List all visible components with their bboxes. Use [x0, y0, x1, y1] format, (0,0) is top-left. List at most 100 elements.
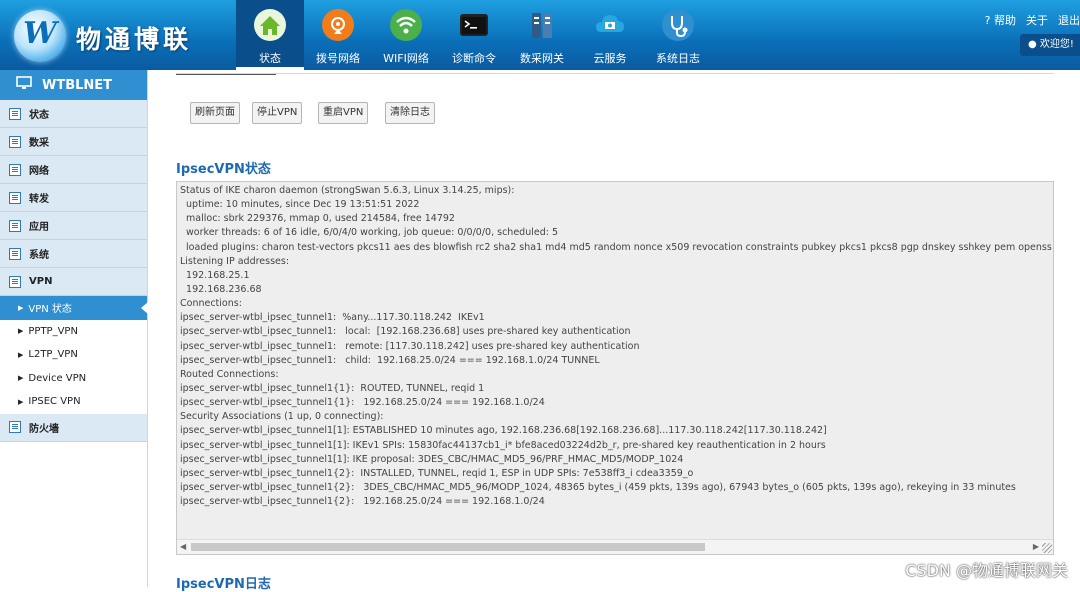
resize-handle-icon[interactable]: [1042, 543, 1052, 553]
sidebar: WTBLNET 状态 数采 网络 转发 应用 系统 VPN ▶ VPN 状态 ▶ P…: [0, 70, 148, 587]
status-output: Status of IKE charon daemon (strongSwan …: [180, 184, 1052, 509]
nav-dialup-label: 拨号网络: [316, 52, 360, 65]
sidebar-group-firewall[interactable]: 防火墙: [0, 413, 147, 442]
sidebar-item-ipsec-vpn[interactable]: ▶ IPSEC VPN: [0, 390, 147, 414]
list-icon: [9, 135, 21, 148]
main-nav: 状态 拨号网络 WIFI网络 诊断命令 数采网关 云服务 系统日志: [236, 0, 712, 70]
stethoscope-icon: [661, 8, 695, 42]
status-line: Status of IKE charon daemon (strongSwan …: [180, 185, 515, 196]
nav-wifi-label: WIFI网络: [383, 52, 429, 65]
status-line: ipsec_server-wtbl_ipsec_tunnel1: child: …: [180, 354, 600, 366]
status-line: uptime: 10 minutes, since Dec 19 13:51:5…: [180, 199, 420, 211]
status-line: Connections:: [180, 298, 242, 310]
triangle-right-icon: ▶: [18, 397, 24, 406]
triangle-right-icon: ▶: [18, 374, 24, 383]
scroll-right-icon[interactable]: ▶: [1033, 542, 1039, 551]
sidebar-group-system[interactable]: 系统: [0, 240, 147, 268]
status-line: ipsec_server-wtbl_ipsec_tunnel1[1]: IKE …: [180, 453, 684, 465]
nav-syslog[interactable]: 系统日志: [644, 0, 712, 70]
sidebar-item-pptp-vpn[interactable]: ▶ PPTP_VPN: [0, 319, 147, 343]
status-line: 192.168.236.68: [180, 283, 262, 295]
log-section-title: IpsecVPN日志: [176, 577, 271, 592]
clear-log-button[interactable]: 清除日志: [385, 102, 435, 124]
status-line: ipsec_server-wtbl_ipsec_tunnel1[1]: IKEv…: [180, 439, 826, 451]
nav-diagnostics[interactable]: 诊断命令: [440, 0, 508, 70]
top-header: W 物通博联 状态 拨号网络 WIFI网络 诊断命令 数采网关 云服务 系统日志…: [0, 0, 1080, 70]
status-line: ipsec_server-wtbl_ipsec_tunnel1{1}: ROUT…: [180, 382, 485, 394]
help-link[interactable]: ? 帮助: [985, 12, 1016, 28]
terminal-icon: [457, 8, 491, 42]
status-line: ipsec_server-wtbl_ipsec_tunnel1{2}: INST…: [180, 467, 694, 479]
sidebar-group-vpn[interactable]: VPN: [0, 268, 147, 296]
welcome-badge[interactable]: ● 欢迎您!: [1020, 34, 1080, 56]
nav-status[interactable]: 状态: [236, 0, 304, 70]
cloud-icon: [593, 8, 627, 42]
main-content: 刷新页面 停止VPN 重启VPN 清除日志 IpsecVPN状态 Status …: [148, 70, 1080, 592]
divider: [176, 73, 1054, 74]
list-icon: [9, 275, 21, 288]
nav-diagnostics-label: 诊断命令: [452, 52, 496, 65]
status-line: ipsec_server-wtbl_ipsec_tunnel1: local: …: [180, 326, 631, 338]
logout-link[interactable]: 退出: [1058, 12, 1080, 28]
logo[interactable]: W 物通博联: [8, 6, 230, 64]
status-line: ipsec_server-wtbl_ipsec_tunnel1{2}: 3DES…: [180, 481, 1016, 493]
nav-syslog-label: 系统日志: [656, 52, 700, 65]
nav-cloud-label: 云服务: [593, 52, 627, 65]
triangle-right-icon: ▶: [18, 303, 24, 312]
nav-status-label: 状态: [259, 52, 281, 65]
nav-wifi[interactable]: WIFI网络: [372, 0, 440, 70]
status-line: Listening IP addresses:: [180, 255, 290, 267]
status-line: Security Associations (1 up, 0 connectin…: [180, 411, 384, 423]
sidebar-item-device-vpn[interactable]: ▶ Device VPN: [0, 366, 147, 390]
nav-cloud[interactable]: 云服务: [576, 0, 644, 70]
dialup-icon: [321, 8, 355, 42]
top-links: ? 帮助 关于 退出: [985, 12, 1080, 28]
horizontal-scrollbar[interactable]: ◀ ▶: [177, 539, 1053, 554]
sidebar-group-forward[interactable]: 转发: [0, 184, 147, 212]
status-line: ipsec_server-wtbl_ipsec_tunnel1[1]: ESTA…: [180, 425, 827, 437]
sidebar-group-data[interactable]: 数采: [0, 128, 147, 156]
nav-gateway-label: 数采网关: [520, 52, 564, 65]
home-icon: [253, 8, 287, 42]
refresh-page-button[interactable]: 刷新页面: [190, 102, 240, 124]
list-icon: [9, 247, 21, 260]
sidebar-group-status[interactable]: 状态: [0, 100, 147, 128]
scrollbar-thumb[interactable]: [191, 543, 705, 551]
watermark: CSDN @物通博联网关: [905, 561, 1068, 580]
gateway-icon: [525, 8, 559, 42]
status-line: Routed Connections:: [180, 368, 279, 380]
status-line: malloc: sbrk 229376, mmap 0, used 214584…: [180, 213, 455, 225]
status-line: ipsec_server-wtbl_ipsec_tunnel1{1}: 192.…: [180, 397, 545, 409]
triangle-right-icon: ▶: [18, 327, 24, 336]
user-icon: ●: [1028, 39, 1037, 50]
list-icon: [9, 163, 21, 176]
list-icon: [9, 107, 21, 120]
nav-dialup[interactable]: 拨号网络: [304, 0, 372, 70]
logo-mark-icon: W: [14, 10, 66, 62]
status-textarea[interactable]: Status of IKE charon daemon (strongSwan …: [176, 181, 1054, 555]
monitor-icon: [16, 76, 32, 94]
brand-name: 物通博联: [76, 25, 193, 54]
status-line: ipsec_server-wtbl_ipsec_tunnel1: remote:…: [180, 340, 640, 352]
scroll-left-icon[interactable]: ◀: [180, 542, 186, 551]
nav-gateway[interactable]: 数采网关: [508, 0, 576, 70]
list-icon: [9, 421, 21, 433]
divider-accent: [176, 70, 276, 75]
triangle-right-icon: ▶: [18, 350, 24, 359]
sidebar-group-apps[interactable]: 应用: [0, 212, 147, 240]
help-icon: ?: [984, 14, 991, 27]
sidebar-title: WTBLNET: [0, 70, 147, 100]
status-line: 192.168.25.1: [180, 269, 250, 281]
stop-vpn-button[interactable]: 停止VPN: [252, 102, 303, 124]
restart-vpn-button[interactable]: 重启VPN: [318, 102, 369, 124]
about-link[interactable]: 关于: [1026, 12, 1048, 28]
status-line: worker threads: 6 of 16 idle, 6/0/4/0 wo…: [180, 227, 559, 239]
list-icon: [9, 191, 21, 204]
list-icon: [9, 219, 21, 232]
status-line: ipsec_server-wtbl_ipsec_tunnel1{2}: 192.…: [180, 496, 545, 508]
status-section-title: IpsecVPN状态: [176, 162, 271, 177]
sidebar-group-network[interactable]: 网络: [0, 156, 147, 184]
sidebar-item-vpn-status[interactable]: ▶ VPN 状态: [0, 296, 148, 320]
sidebar-item-l2tp-vpn[interactable]: ▶ L2TP_VPN: [0, 343, 147, 367]
wifi-icon: [389, 8, 423, 42]
